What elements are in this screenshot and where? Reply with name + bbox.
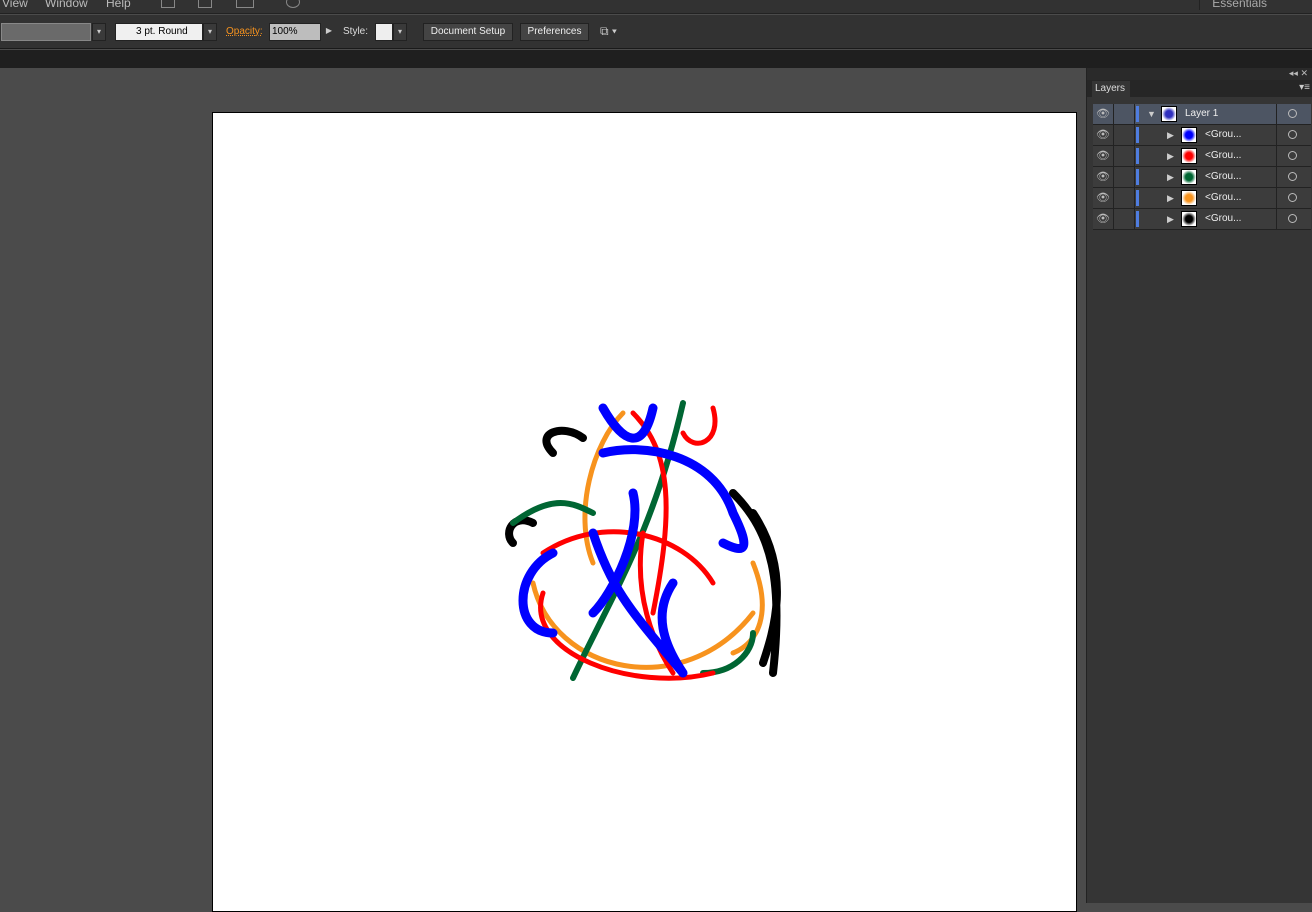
isolate-icon[interactable]: ⧉ ▾ — [600, 24, 617, 39]
layer-name[interactable]: <Grou... — [1205, 125, 1241, 145]
layer-color-indicator — [1136, 106, 1139, 122]
layer-thumbnail — [1181, 148, 1197, 164]
expand-triangle-right-icon[interactable]: ▶ — [1167, 146, 1174, 166]
sync-icon[interactable] — [286, 0, 300, 8]
artboard[interactable] — [212, 112, 1077, 912]
layer-row-group[interactable]: 👁 ▶ <Grou... — [1093, 146, 1311, 167]
layer-row[interactable]: 👁 ▼ Layer 1 — [1093, 104, 1311, 125]
visibility-eye-icon[interactable]: 👁 — [1093, 209, 1114, 229]
lock-toggle[interactable] — [1114, 125, 1135, 145]
arrange-documents-icon[interactable] — [236, 0, 254, 8]
layer-color-indicator — [1136, 127, 1139, 143]
expand-triangle-down-icon[interactable]: ▼ — [1147, 104, 1156, 124]
close-panel-button[interactable]: ✕ — [1300, 68, 1308, 78]
target-circle-icon[interactable] — [1276, 146, 1311, 166]
layer-name[interactable]: <Grou... — [1205, 209, 1241, 229]
menu-window[interactable]: Window — [45, 0, 88, 10]
layers-panel: ◂◂ ✕ Layers ▾≡ 👁 ▼ Layer 1 👁 ▶ <Grou... 👁… — [1086, 68, 1312, 903]
preferences-button[interactable]: Preferences — [520, 23, 589, 41]
lock-toggle[interactable] — [1114, 209, 1135, 229]
stroke-color-dropdown[interactable]: ▾ — [92, 23, 106, 41]
expand-triangle-right-icon[interactable]: ▶ — [1167, 167, 1174, 187]
layer-color-indicator — [1136, 211, 1139, 227]
layer-thumbnail — [1181, 190, 1197, 206]
target-circle-icon[interactable] — [1276, 125, 1311, 145]
layer-name[interactable]: <Grou... — [1205, 188, 1241, 208]
style-swatch[interactable] — [375, 23, 393, 41]
visibility-eye-icon[interactable]: 👁 — [1093, 104, 1114, 124]
expand-triangle-right-icon[interactable]: ▶ — [1167, 188, 1174, 208]
lock-toggle[interactable] — [1114, 146, 1135, 166]
layer-row-group[interactable]: 👁 ▶ <Grou... — [1093, 209, 1311, 230]
tab-layers[interactable]: Layers — [1092, 81, 1130, 97]
visibility-eye-icon[interactable]: 👁 — [1093, 146, 1114, 166]
panel-menu-icon[interactable]: ▾≡ — [1299, 82, 1310, 93]
visibility-eye-icon[interactable]: 👁 — [1093, 188, 1114, 208]
control-panel: ▾ 3 pt. Round ▾ Opacity: 100% ▶ Style: ▾… — [0, 15, 1312, 49]
target-circle-icon[interactable] — [1276, 209, 1311, 229]
layer-name[interactable]: <Grou... — [1205, 167, 1241, 187]
style-dropdown[interactable]: ▾ — [393, 23, 407, 41]
lock-toggle[interactable] — [1114, 167, 1135, 187]
menu-help[interactable]: Help — [106, 0, 131, 10]
opacity-label[interactable]: Opacity: — [226, 26, 263, 37]
blue-horse-group — [518, 403, 749, 678]
layer-name[interactable]: Layer 1 — [1185, 104, 1218, 124]
lock-toggle[interactable] — [1114, 104, 1135, 124]
layer-row-group[interactable]: 👁 ▶ <Grou... — [1093, 167, 1311, 188]
layer-row-group[interactable]: 👁 ▶ <Grou... — [1093, 188, 1311, 209]
target-circle-icon[interactable] — [1276, 104, 1311, 124]
brush-definition-field[interactable]: 3 pt. Round — [115, 23, 203, 41]
target-circle-icon[interactable] — [1276, 188, 1311, 208]
brush-dropdown[interactable]: ▾ — [203, 23, 217, 41]
visibility-eye-icon[interactable]: 👁 — [1093, 167, 1114, 187]
collapse-panel-button[interactable]: ◂◂ — [1289, 68, 1298, 78]
document-setup-button[interactable]: Document Setup — [423, 23, 513, 41]
opacity-input[interactable]: 100% — [269, 23, 321, 41]
layer-thumbnail — [1161, 106, 1177, 122]
layer-color-indicator — [1136, 190, 1139, 206]
layer-color-indicator — [1136, 169, 1139, 185]
horse-artwork[interactable] — [213, 113, 1078, 903]
layer-color-indicator — [1136, 148, 1139, 164]
stock-icon[interactable] — [198, 0, 212, 8]
menu-view[interactable]: View — [2, 0, 28, 10]
layer-thumbnail — [1181, 127, 1197, 143]
style-label: Style: — [343, 26, 369, 37]
visibility-eye-icon[interactable]: 👁 — [1093, 125, 1114, 145]
expand-triangle-right-icon[interactable]: ▶ — [1167, 209, 1174, 229]
layer-thumbnail — [1181, 211, 1197, 227]
stroke-color-field[interactable] — [1, 23, 91, 41]
lock-toggle[interactable] — [1114, 188, 1135, 208]
layer-name[interactable]: <Grou... — [1205, 146, 1241, 166]
expand-triangle-right-icon[interactable]: ▶ — [1167, 125, 1174, 145]
layer-thumbnail — [1181, 169, 1197, 185]
bridge-icon[interactable] — [161, 0, 175, 8]
opacity-slider-arrow[interactable]: ▶ — [322, 23, 336, 41]
target-circle-icon[interactable] — [1276, 167, 1311, 187]
layer-row-group[interactable]: 👁 ▶ <Grou... — [1093, 125, 1311, 146]
workspace-switcher[interactable]: Essentials — [1199, 0, 1267, 10]
menu-bar: View Window Help Essentials — [0, 0, 1312, 14]
document-tab-bar — [0, 50, 1312, 68]
